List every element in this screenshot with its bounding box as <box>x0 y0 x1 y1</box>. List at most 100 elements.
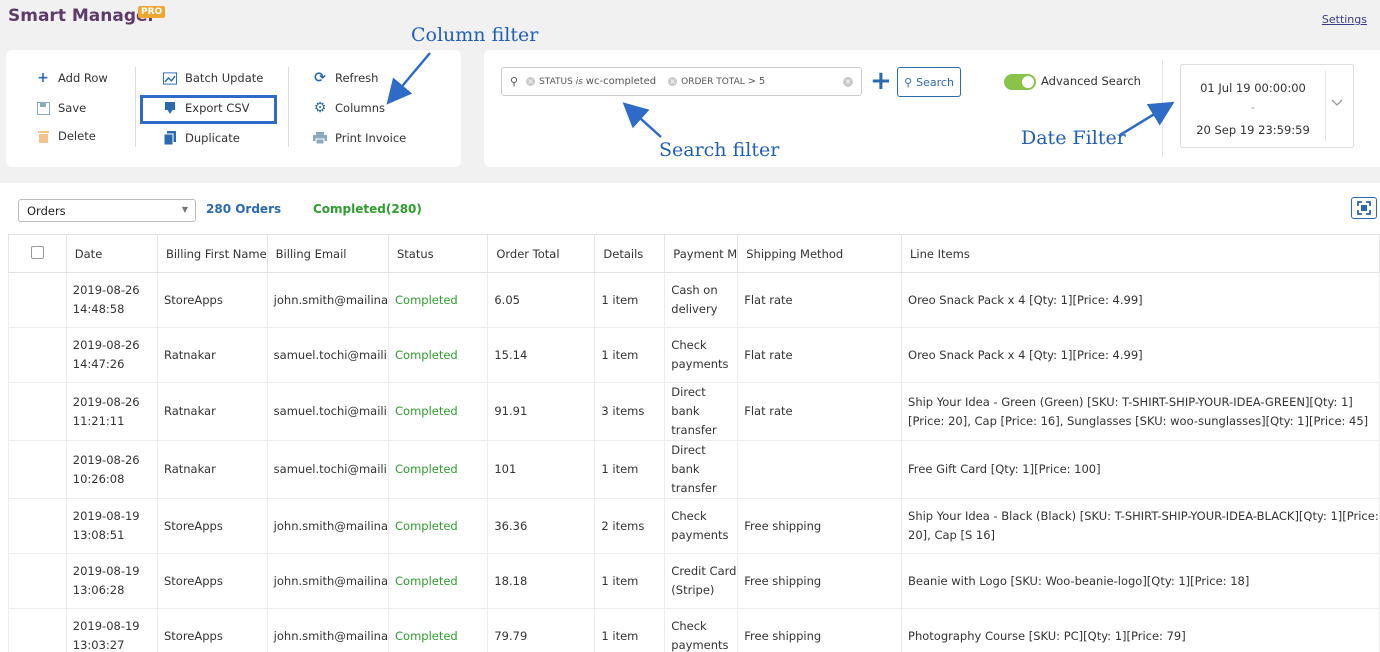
status-cell[interactable]: Completed <box>387 608 489 652</box>
date-cell[interactable]: 2019-08-26 14:48:58 <box>65 272 158 328</box>
table-row[interactable]: 2019-08-26 14:47:26 Ratnakar samuel.tochi@m… <box>8 327 1380 383</box>
details-cell[interactable]: 3 items <box>594 382 666 441</box>
select-all-checkbox[interactable] <box>31 245 44 259</box>
dashboard-select[interactable]: Orders ▼ <box>18 199 196 222</box>
status-cell[interactable]: Completed <box>387 272 489 328</box>
row-select-cell[interactable] <box>8 498 67 554</box>
first-name-cell[interactable]: StoreApps <box>156 272 268 328</box>
arrow-date-filter <box>1119 101 1175 137</box>
status-cell[interactable]: Completed <box>387 382 489 441</box>
shipping-method-cell[interactable]: Flat rate <box>737 272 903 328</box>
line-items-cell[interactable]: Oreo Snack Pack x 4 [Qty: 1][Price: 4.99… <box>901 272 1380 328</box>
line-items-cell[interactable]: Photography Course [SKU: PC][Qty: 1][Pri… <box>901 608 1380 652</box>
column-header[interactable]: Payment M <box>664 234 739 273</box>
column-header[interactable]: Billing Email <box>266 234 390 273</box>
details-cell[interactable]: 2 items <box>594 498 666 554</box>
email-cell[interactable]: john.smith@mailina <box>266 608 390 652</box>
email-cell[interactable]: john.smith@mailina <box>266 272 390 328</box>
order-total-cell[interactable]: 101 <box>487 440 596 499</box>
column-header[interactable]: Shipping Method <box>737 234 903 273</box>
table-row[interactable]: 2019-08-19 13:06:28 StoreApps john.smith@ma… <box>8 553 1380 609</box>
row-select-cell[interactable] <box>8 382 67 441</box>
status-cell[interactable]: Completed <box>387 327 489 383</box>
payment-method-cell[interactable]: Check payments <box>664 608 739 652</box>
date-cell[interactable]: 2019-08-26 10:26:08 <box>65 440 158 499</box>
details-cell[interactable]: 1 item <box>594 272 666 328</box>
completed-orders-count[interactable]: Completed(280) <box>313 202 422 216</box>
first-name-cell[interactable]: Ratnakar <box>156 327 268 383</box>
date-cell[interactable]: 2019-08-26 11:21:11 <box>65 382 158 441</box>
status-cell[interactable]: Completed <box>387 498 489 554</box>
date-cell[interactable]: 2019-08-19 13:06:28 <box>65 553 158 609</box>
order-time: 14:47:26 <box>72 357 125 371</box>
row-select-cell[interactable] <box>8 327 67 383</box>
line-items-cell[interactable]: Oreo Snack Pack x 4 [Qty: 1][Price: 4.99… <box>901 327 1380 383</box>
date-cell[interactable]: 2019-08-19 13:08:51 <box>65 498 158 554</box>
first-name-cell[interactable]: Ratnakar <box>156 440 268 499</box>
payment-method-cell[interactable]: Check payments <box>664 498 739 554</box>
column-header[interactable]: Billing First Name <box>156 234 268 273</box>
email-cell[interactable]: samuel.tochi@maili <box>266 327 390 383</box>
row-select-cell[interactable] <box>8 553 67 609</box>
shipping-method-cell[interactable]: Free shipping <box>737 553 903 609</box>
payment-method-cell[interactable]: Credit Card (Stripe) <box>664 553 739 609</box>
line-items-cell[interactable]: Beanie with Logo [SKU: Woo-beanie-logo][… <box>901 553 1380 609</box>
payment-method-cell[interactable]: Direct bank transfer <box>664 440 739 499</box>
table-row[interactable]: 2019-08-26 14:48:58 StoreApps john.smith@ma… <box>8 272 1380 328</box>
order-date: 2019-08-26 <box>72 452 140 467</box>
row-select-cell[interactable] <box>8 272 67 328</box>
select-all-checkbox-cell[interactable] <box>8 234 67 273</box>
email-cell[interactable]: john.smith@mailina <box>266 553 390 609</box>
table-row[interactable]: 2019-08-26 10:26:08 Ratnakar samuel.tochi@m… <box>8 440 1380 499</box>
row-select-cell[interactable] <box>8 440 67 499</box>
order-total-cell[interactable]: 79.79 <box>487 608 596 652</box>
shipping-method-cell[interactable]: Free shipping <box>737 498 903 554</box>
order-time: 10:26:08 <box>72 471 125 486</box>
line-items-cell[interactable]: Ship Your Idea - Black (Black) [SKU: T-S… <box>901 498 1380 554</box>
email-cell[interactable]: samuel.tochi@maili <box>266 440 390 499</box>
date-cell[interactable]: 2019-08-26 14:47:26 <box>65 327 158 383</box>
details-cell[interactable]: 1 item <box>594 327 666 383</box>
email-cell[interactable]: john.smith@mailina <box>266 498 390 554</box>
order-total-cell[interactable]: 6.05 <box>487 272 596 328</box>
shipping-method-cell[interactable]: Flat rate <box>737 382 903 441</box>
details-cell[interactable]: 1 item <box>594 440 666 499</box>
order-time: 13:03:27 <box>72 638 125 652</box>
details-cell[interactable]: 1 item <box>594 553 666 609</box>
first-name-cell[interactable]: StoreApps <box>156 553 268 609</box>
first-name-cell[interactable]: StoreApps <box>156 498 268 554</box>
caret-down-icon: ▼ <box>181 205 188 214</box>
first-name-cell[interactable]: Ratnakar <box>156 382 268 441</box>
payment-method-cell[interactable]: Check payments <box>664 327 739 383</box>
column-header[interactable]: Details <box>594 234 666 273</box>
order-total-cell[interactable]: 15.14 <box>487 327 596 383</box>
first-name-cell[interactable]: StoreApps <box>156 608 268 652</box>
payment-method-cell[interactable]: Direct bank transfer <box>664 382 739 441</box>
table-row[interactable]: 2019-08-19 13:08:51 StoreApps john.smith@ma… <box>8 498 1380 554</box>
status-cell[interactable]: Completed <box>387 553 489 609</box>
order-total-cell[interactable]: 36.36 <box>487 498 596 554</box>
fullscreen-icon[interactable] <box>1351 197 1377 219</box>
order-total-cell[interactable]: 18.18 <box>487 553 596 609</box>
table-row[interactable]: 2019-08-19 13:03:27 StoreApps john.smith@ma… <box>8 608 1380 652</box>
email-cell[interactable]: samuel.tochi@maili <box>266 382 390 441</box>
date-cell[interactable]: 2019-08-19 13:03:27 <box>65 608 158 652</box>
line-items-cell[interactable]: Free Gift Card [Qty: 1][Price: 100] <box>901 440 1380 499</box>
shipping-method-cell[interactable]: Free shipping <box>737 608 903 652</box>
shipping-method-cell[interactable] <box>737 440 903 499</box>
line-items-cell[interactable]: Ship Your Idea - Green (Green) [SKU: T-S… <box>901 382 1380 441</box>
row-select-cell[interactable] <box>8 608 67 652</box>
total-orders-count[interactable]: 280 Orders <box>206 202 281 216</box>
column-header[interactable]: Date <box>65 234 158 273</box>
column-header[interactable]: Status <box>387 234 489 273</box>
status-cell[interactable]: Completed <box>387 440 489 499</box>
column-header[interactable]: Line Items <box>901 234 1380 273</box>
order-total-cell[interactable]: 91.91 <box>487 382 596 441</box>
payment-method-cell[interactable]: Cash on delivery <box>664 272 739 328</box>
order-date: 2019-08-26 <box>72 283 140 297</box>
table-row[interactable]: 2019-08-26 11:21:11 Ratnakar samuel.tochi@m… <box>8 382 1380 441</box>
details-cell[interactable]: 1 item <box>594 608 666 652</box>
arrow-search-filter <box>622 102 662 138</box>
shipping-method-cell[interactable]: Flat rate <box>737 327 903 383</box>
column-header[interactable]: Order Total <box>487 234 596 273</box>
